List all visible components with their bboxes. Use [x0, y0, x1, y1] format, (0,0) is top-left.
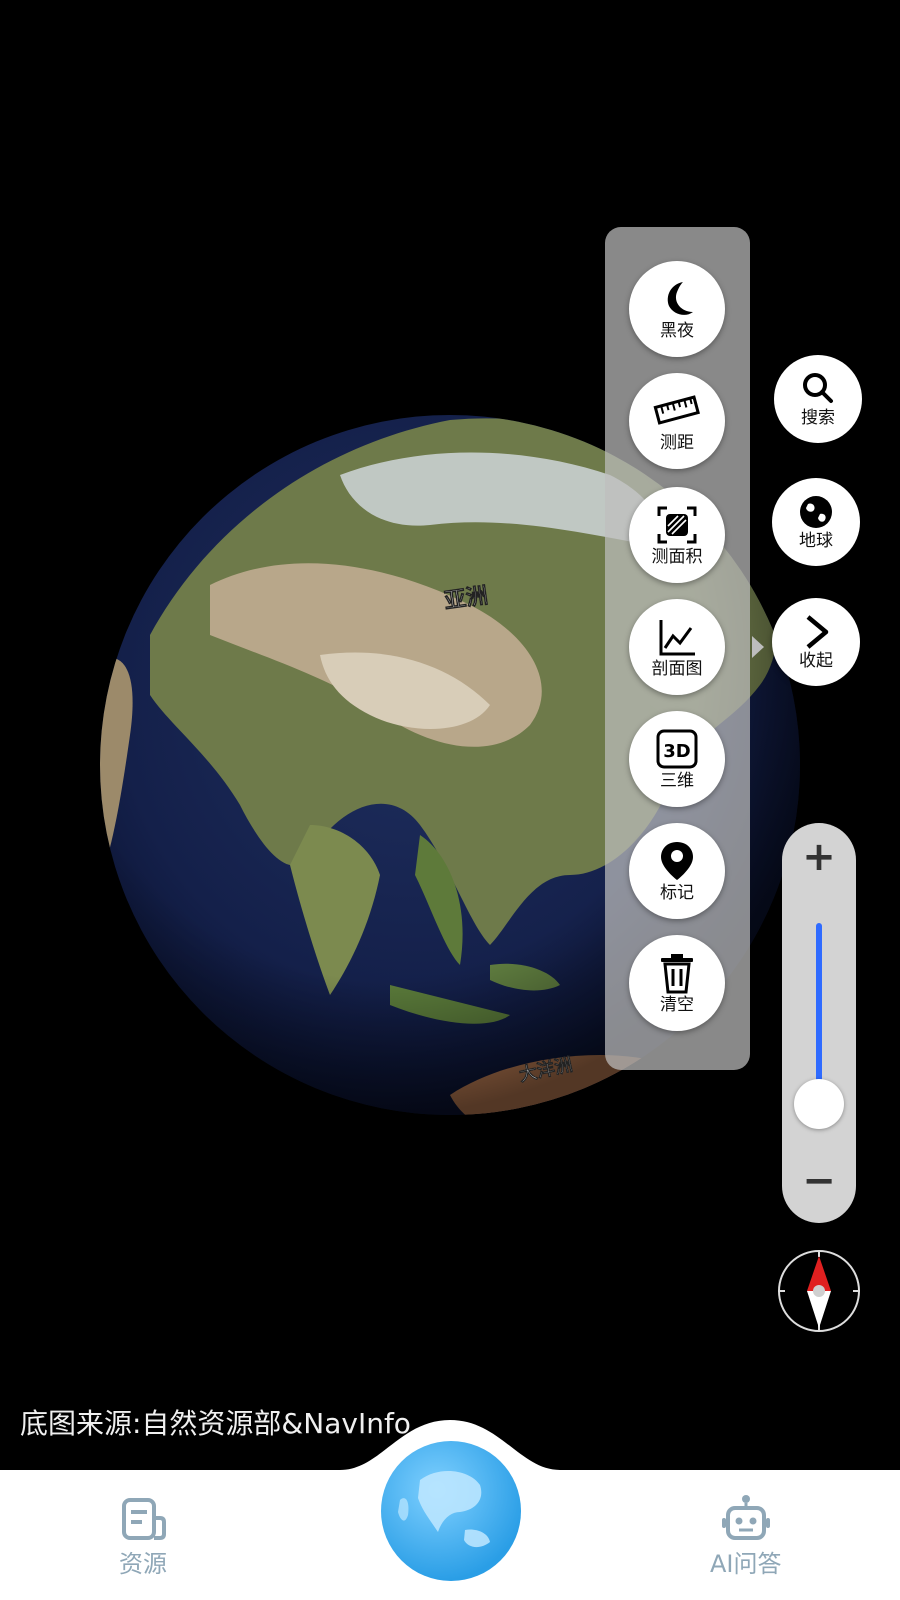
area-measure-icon: [657, 506, 697, 543]
collapse-button[interactable]: 收起: [772, 598, 860, 686]
robot-icon: [721, 1495, 770, 1540]
profile-chart-icon: [659, 619, 695, 655]
measure-distance-button[interactable]: 测距: [629, 373, 725, 469]
3d-icon-text: 3D: [663, 741, 690, 762]
tool-label: 剖面图: [651, 658, 703, 679]
zoom-in-button[interactable]: +: [782, 837, 856, 877]
tool-label: 测面积: [651, 546, 703, 567]
search-button[interactable]: 搜索: [774, 355, 862, 443]
compass-icon[interactable]: [776, 1248, 862, 1334]
chevron-right-icon: [806, 614, 829, 649]
zoom-control: + −: [782, 823, 856, 1223]
mark-button[interactable]: 标记: [629, 823, 725, 919]
globe-mode-button[interactable]: 地球: [772, 478, 860, 566]
trash-icon: [661, 953, 693, 993]
3d-view-button[interactable]: 3D 三维: [629, 711, 725, 807]
nav-globe-button[interactable]: [380, 1440, 522, 1582]
tool-label: 标记: [660, 882, 694, 903]
nav-resources-label: 资源: [119, 1550, 167, 1578]
panel-pointer: [752, 636, 764, 658]
clear-button[interactable]: 清空: [629, 935, 725, 1031]
zoom-track[interactable]: [816, 923, 822, 1103]
nav-resources[interactable]: 资源: [118, 1496, 168, 1579]
tool-label: 黑夜: [660, 320, 694, 341]
nav-ai-qa[interactable]: AI问答: [710, 1494, 782, 1579]
location-pin-icon: [661, 841, 693, 880]
zoom-slider-thumb[interactable]: [794, 1079, 844, 1129]
ruler-icon: [653, 394, 700, 425]
tools-panel: 黑夜 测距 测面积 剖面图 3D 三维 标记 清空: [605, 227, 750, 1070]
search-label: 搜索: [801, 407, 835, 428]
tool-label: 测距: [660, 432, 694, 453]
moon-icon: [667, 281, 693, 315]
3d-icon: 3D: [656, 729, 698, 768]
resources-icon: [122, 1498, 166, 1540]
night-mode-button[interactable]: 黑夜: [629, 261, 725, 357]
collapse-label: 收起: [799, 650, 833, 671]
globe-icon: [800, 495, 832, 528]
tool-label: 清空: [660, 994, 694, 1015]
nav-ai-label: AI问答: [710, 1550, 782, 1578]
tool-label: 三维: [660, 770, 694, 791]
profile-chart-button[interactable]: 剖面图: [629, 599, 725, 695]
measure-area-button[interactable]: 测面积: [629, 487, 725, 583]
zoom-out-button[interactable]: −: [782, 1161, 856, 1201]
search-icon: [803, 372, 833, 403]
globe-label: 地球: [799, 530, 833, 551]
